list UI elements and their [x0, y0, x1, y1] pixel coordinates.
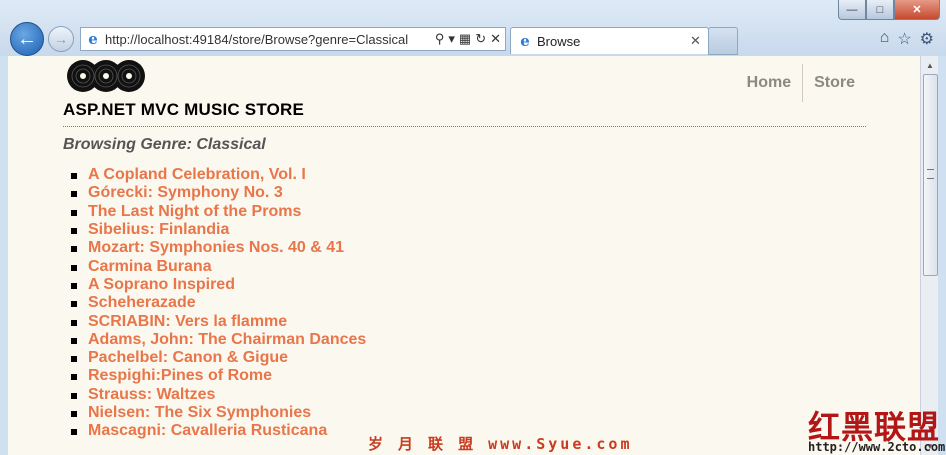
album-list-item: Scheherazade: [71, 294, 366, 312]
album-link[interactable]: SCRIABIN: Vers la flamme: [88, 313, 287, 331]
bullet-icon: [71, 282, 77, 289]
header-divider: [63, 126, 866, 127]
tab-close-icon[interactable]: ✕: [690, 33, 708, 49]
main-nav: Home Store: [736, 64, 866, 102]
album-list-item: The Last Night of the Proms: [71, 203, 366, 221]
album-link[interactable]: Respighi:Pines of Rome: [88, 367, 272, 385]
search-icon[interactable]: ⚲: [435, 31, 445, 47]
album-list-item: Nielsen: The Six Symphonies: [71, 404, 366, 422]
compatibility-icon[interactable]: ▦: [459, 31, 471, 47]
vertical-scrollbar[interactable]: ▲ ▼: [920, 56, 939, 455]
bullet-icon: [71, 301, 77, 308]
browser-tools: ⌂ ☆ ⚙: [880, 29, 934, 49]
bullet-icon: [71, 173, 77, 180]
back-button[interactable]: ←: [10, 22, 44, 56]
bullet-icon: [71, 392, 77, 399]
album-link[interactable]: Górecki: Symphony No. 3: [88, 184, 283, 202]
url-text[interactable]: http://localhost:49184/store/Browse?genr…: [105, 32, 435, 47]
bullet-icon: [71, 374, 77, 381]
album-link[interactable]: Scheherazade: [88, 294, 196, 312]
album-list-item: Pachelbel: Canon & Gigue: [71, 349, 366, 367]
album-list: A Copland Celebration, Vol. I Górecki: Sy…: [71, 166, 366, 440]
album-link[interactable]: A Soprano Inspired: [88, 276, 235, 294]
bullet-icon: [71, 429, 77, 436]
ie-tab-icon: e: [520, 32, 530, 50]
window-controls: — □ ✕: [838, 0, 940, 20]
bullet-icon: [71, 356, 77, 363]
ie-page-icon: e: [88, 30, 98, 48]
album-link[interactable]: A Copland Celebration, Vol. I: [88, 166, 306, 184]
address-bar[interactable]: e http://localhost:49184/store/Browse?ge…: [80, 27, 506, 51]
album-link[interactable]: Pachelbel: Canon & Gigue: [88, 349, 288, 367]
album-link[interactable]: Carmina Burana: [88, 258, 212, 276]
refresh-icon[interactable]: ↻: [475, 31, 486, 47]
bullet-icon: [71, 228, 77, 235]
new-tab-button[interactable]: [708, 27, 738, 55]
home-icon[interactable]: ⌂: [880, 29, 890, 49]
store-title: ASP.NET MVC MUSIC STORE: [63, 100, 305, 119]
bullet-icon: [71, 411, 77, 417]
album-list-item: A Copland Celebration, Vol. I: [71, 166, 366, 184]
vinyl-records-logo: [67, 60, 145, 92]
album-list-item: SCRIABIN: Vers la flamme: [71, 312, 366, 330]
nav-store-link[interactable]: Store: [802, 64, 866, 102]
album-list-item: Sibelius: Finlandia: [71, 221, 366, 239]
stop-icon[interactable]: ✕: [490, 31, 501, 47]
nav-home-link[interactable]: Home: [736, 64, 802, 102]
bullet-icon: [71, 319, 77, 326]
album-link[interactable]: Mozart: Symphonies Nos. 40 & 41: [88, 239, 344, 257]
dropdown-icon[interactable]: ▾: [448, 31, 455, 47]
bullet-icon: [71, 209, 77, 216]
maximize-button[interactable]: □: [866, 0, 894, 20]
album-link[interactable]: Strauss: Waltzes: [88, 386, 215, 404]
page-viewport: ASP.NET MVC MUSIC STORE Home Store Brows…: [8, 56, 920, 455]
close-window-button[interactable]: ✕: [894, 0, 940, 20]
favorites-star-icon[interactable]: ☆: [897, 29, 911, 49]
album-list-item: Carmina Burana: [71, 257, 366, 275]
album-link[interactable]: The Last Night of the Proms: [88, 203, 301, 221]
address-actions: ⚲ ▾ ▦ ↻ ✕: [435, 31, 505, 47]
album-list-item: Respighi:Pines of Rome: [71, 367, 366, 385]
genre-heading: Browsing Genre: Classical: [63, 136, 266, 153]
album-list-item: Mascagni: Cavalleria Rusticana: [71, 422, 366, 440]
scroll-thumb[interactable]: [923, 74, 938, 276]
scroll-up-arrow[interactable]: ▲: [923, 58, 937, 72]
album-list-item: A Soprano Inspired: [71, 276, 366, 294]
window-frame-right: [938, 56, 946, 455]
bullet-icon: [71, 191, 77, 198]
watermark-syue: 岁 月 联 盟 www.Syue.com: [368, 435, 633, 453]
minimize-button[interactable]: —: [838, 0, 866, 20]
album-link[interactable]: Nielsen: The Six Symphonies: [88, 404, 311, 422]
bullet-icon: [71, 246, 77, 253]
watermark-2cto-url: http://www.2cto.com: [808, 440, 946, 454]
gear-icon[interactable]: ⚙: [920, 29, 934, 49]
bullet-icon: [71, 337, 77, 344]
album-list-item: Górecki: Symphony No. 3: [71, 184, 366, 202]
bullet-icon: [71, 264, 77, 271]
tab-title: Browse: [537, 33, 581, 49]
album-link[interactable]: Mascagni: Cavalleria Rusticana: [88, 422, 327, 440]
album-list-item: Mozart: Symphonies Nos. 40 & 41: [71, 239, 366, 257]
tab-browse[interactable]: e Browse ✕: [510, 27, 709, 54]
window-frame-left: [0, 56, 8, 455]
album-link[interactable]: Adams, John: The Chairman Dances: [88, 331, 366, 349]
browser-toolbar: — □ ✕ ← → e http://localhost:49184/store…: [0, 0, 946, 57]
forward-button[interactable]: →: [48, 26, 74, 52]
album-list-item: Adams, John: The Chairman Dances: [71, 331, 366, 349]
album-list-item: Strauss: Waltzes: [71, 386, 366, 404]
album-link[interactable]: Sibelius: Finlandia: [88, 221, 229, 239]
